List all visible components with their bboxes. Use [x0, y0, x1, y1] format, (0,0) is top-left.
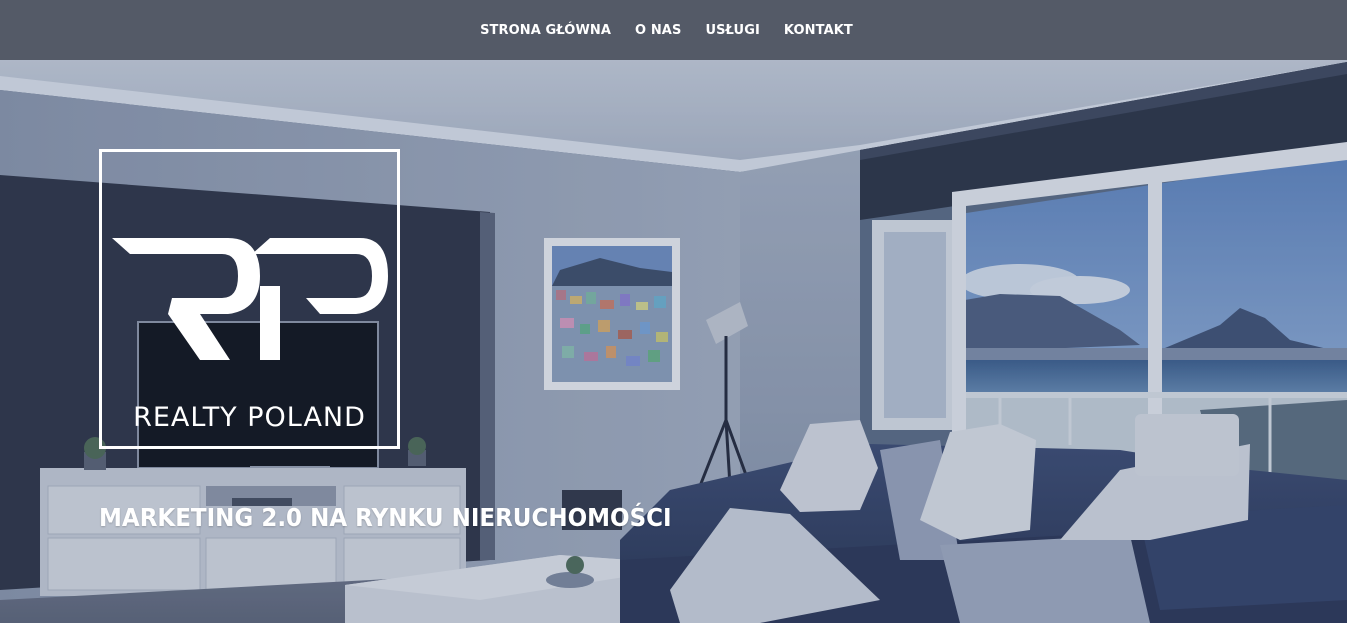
nav-contact[interactable]: KONTAKT — [772, 23, 865, 38]
page: STRONA GŁÓWNA O NAS USŁUGI KONTAKT REALT… — [0, 0, 1347, 623]
realty-poland-logo[interactable]: REALTY POLAND — [99, 149, 400, 449]
hero-tagline: MARKETING 2.0 NA RYNKU NIERUCHOMOŚCI — [99, 503, 672, 532]
rp-monogram-icon — [112, 238, 388, 360]
nav-home[interactable]: STRONA GŁÓWNA — [468, 23, 623, 38]
logo-brand-name: REALTY POLAND — [133, 402, 366, 433]
nav-about[interactable]: O NAS — [623, 23, 693, 38]
nav-services[interactable]: USŁUGI — [693, 23, 771, 38]
top-navbar: STRONA GŁÓWNA O NAS USŁUGI KONTAKT — [0, 0, 1347, 60]
main-menu: STRONA GŁÓWNA O NAS USŁUGI KONTAKT — [468, 23, 865, 38]
